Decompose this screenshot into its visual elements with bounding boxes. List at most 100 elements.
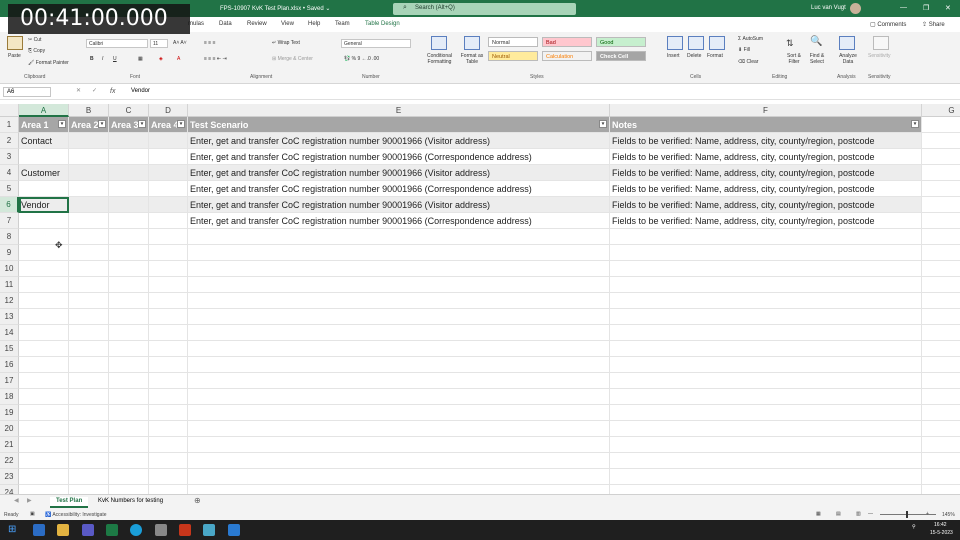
paste-icon[interactable] [7, 36, 23, 50]
zoom-in-icon[interactable]: + [926, 511, 929, 517]
zoom-thumb[interactable] [906, 511, 908, 518]
row-header-2[interactable]: 2 [0, 133, 19, 149]
fx-icon[interactable]: fx [110, 88, 115, 95]
grid-cell[interactable] [19, 437, 69, 453]
table-cell[interactable] [69, 149, 109, 165]
grid-cell[interactable] [922, 357, 960, 373]
column-header-g[interactable]: G [922, 104, 960, 117]
grid-cell[interactable] [109, 341, 149, 357]
sensitivity-icon[interactable] [873, 36, 889, 50]
grid-cell[interactable] [69, 229, 109, 245]
avatar[interactable] [850, 3, 861, 14]
tab-data[interactable]: Data [219, 21, 232, 27]
page-layout-icon[interactable]: ▤ [836, 511, 841, 517]
grid-cell[interactable] [922, 165, 960, 181]
grid-cell[interactable] [149, 373, 188, 389]
grid-cell[interactable] [188, 437, 610, 453]
row-header-6[interactable]: 6 [0, 197, 19, 213]
italic-button[interactable]: I [102, 56, 103, 62]
grid-cell[interactable] [109, 325, 149, 341]
minimize-icon[interactable]: — [900, 4, 907, 11]
grid-cell[interactable] [610, 453, 922, 469]
filter-dropdown-icon[interactable]: ▾ [138, 120, 146, 128]
app-icon[interactable] [155, 524, 167, 536]
table-cell[interactable] [149, 181, 188, 197]
grid-cell[interactable] [19, 389, 69, 405]
grid-cell[interactable] [19, 325, 69, 341]
font-grow-button[interactable]: A˄ A˅ [173, 40, 187, 46]
table-cell[interactable] [149, 165, 188, 181]
row-header-18[interactable]: 18 [0, 389, 19, 405]
row-header-4[interactable]: 4 [0, 165, 19, 181]
filter-dropdown-icon[interactable]: ▾ [58, 120, 66, 128]
grid-cell[interactable] [922, 405, 960, 421]
grid-cell[interactable] [922, 389, 960, 405]
worksheet-grid[interactable]: A B C D E F G 1 Area 1 ▾ Area 2 ▾ Area 3 ▾ Area 4 ▾ Test… [0, 104, 960, 494]
powerpoint-icon[interactable] [179, 524, 191, 536]
grid-cell[interactable] [19, 357, 69, 373]
grid-cell[interactable] [922, 197, 960, 213]
grid-cell[interactable] [149, 309, 188, 325]
copy-button[interactable]: ⎘ Copy [28, 48, 45, 54]
enter-icon[interactable]: ✓ [92, 87, 97, 94]
grid-cell[interactable] [149, 341, 188, 357]
column-header-f[interactable]: F [610, 104, 922, 117]
table-cell[interactable] [109, 213, 149, 229]
row-header-7[interactable]: 7 [0, 213, 19, 229]
table-cell[interactable] [109, 165, 149, 181]
table-cell[interactable] [109, 181, 149, 197]
sheet-tab-kvk-numbers[interactable]: KvK Numbers for testing [92, 497, 169, 508]
table-cell[interactable] [109, 197, 149, 213]
grid-cell[interactable] [149, 293, 188, 309]
clock-date[interactable]: 15-5-2023 [930, 530, 953, 536]
table-header-cell[interactable]: Area 2 ▾ [69, 117, 109, 133]
grid-cell[interactable] [922, 325, 960, 341]
table-cell[interactable] [149, 213, 188, 229]
grid-cell[interactable] [69, 325, 109, 341]
font-name-select[interactable]: Calibri [86, 39, 148, 48]
row-header-3[interactable]: 3 [0, 149, 19, 165]
grid-cell[interactable] [610, 245, 922, 261]
grid-cell[interactable] [610, 357, 922, 373]
autosum-button[interactable]: Σ AutoSum [738, 36, 763, 42]
tray-icon[interactable]: ⚲ [912, 524, 916, 530]
wrap-text-button[interactable]: ↵ Wrap Text [272, 40, 300, 46]
cancel-icon[interactable]: ✕ [76, 87, 81, 94]
grid-cell[interactable] [922, 341, 960, 357]
table-cell[interactable] [19, 213, 69, 229]
row-header-8[interactable]: 8 [0, 229, 19, 245]
grid-cell[interactable] [188, 469, 610, 485]
table-cell[interactable]: Contact [19, 133, 69, 149]
table-header-cell[interactable]: Area 1 ▾ [19, 117, 69, 133]
grid-cell[interactable] [922, 437, 960, 453]
sort-filter-icon[interactable]: ⇅ [786, 38, 794, 49]
format-painter-button[interactable]: 🖌 Format Painter [28, 60, 69, 66]
grid-cell[interactable] [19, 261, 69, 277]
table-cell[interactable] [109, 133, 149, 149]
filter-dropdown-icon[interactable]: ▾ [177, 120, 185, 128]
table-header-cell[interactable]: Area 4 ▾ [149, 117, 188, 133]
grid-cell[interactable] [922, 245, 960, 261]
style-calculation[interactable]: Calculation [542, 51, 592, 61]
grid-cell[interactable] [19, 293, 69, 309]
table-cell[interactable] [19, 181, 69, 197]
excel-icon[interactable] [106, 524, 118, 536]
grid-cell[interactable] [109, 357, 149, 373]
grid-cell[interactable] [610, 485, 922, 494]
row-header-20[interactable]: 20 [0, 421, 19, 437]
select-all-corner[interactable] [0, 104, 19, 117]
next-sheet-icon[interactable]: ▶ [27, 497, 32, 504]
grid-cell[interactable] [610, 293, 922, 309]
align-left-icon[interactable]: ≡ ≡ ≡ ⇤ ⇥ [204, 56, 227, 62]
grid-cell[interactable] [109, 229, 149, 245]
borders-icon[interactable]: ▦ [138, 56, 143, 62]
column-header-a[interactable]: A [19, 104, 69, 117]
grid-cell[interactable] [610, 261, 922, 277]
row-header-17[interactable]: 17 [0, 373, 19, 389]
conditional-formatting-icon[interactable] [431, 36, 447, 50]
filter-dropdown-icon[interactable]: ▾ [911, 120, 919, 128]
table-cell[interactable]: Fields to be verified: Name, address, ci… [610, 181, 922, 197]
zoom-level[interactable]: 145% [942, 512, 955, 518]
grid-cell[interactable] [109, 373, 149, 389]
grid-cell[interactable] [188, 229, 610, 245]
